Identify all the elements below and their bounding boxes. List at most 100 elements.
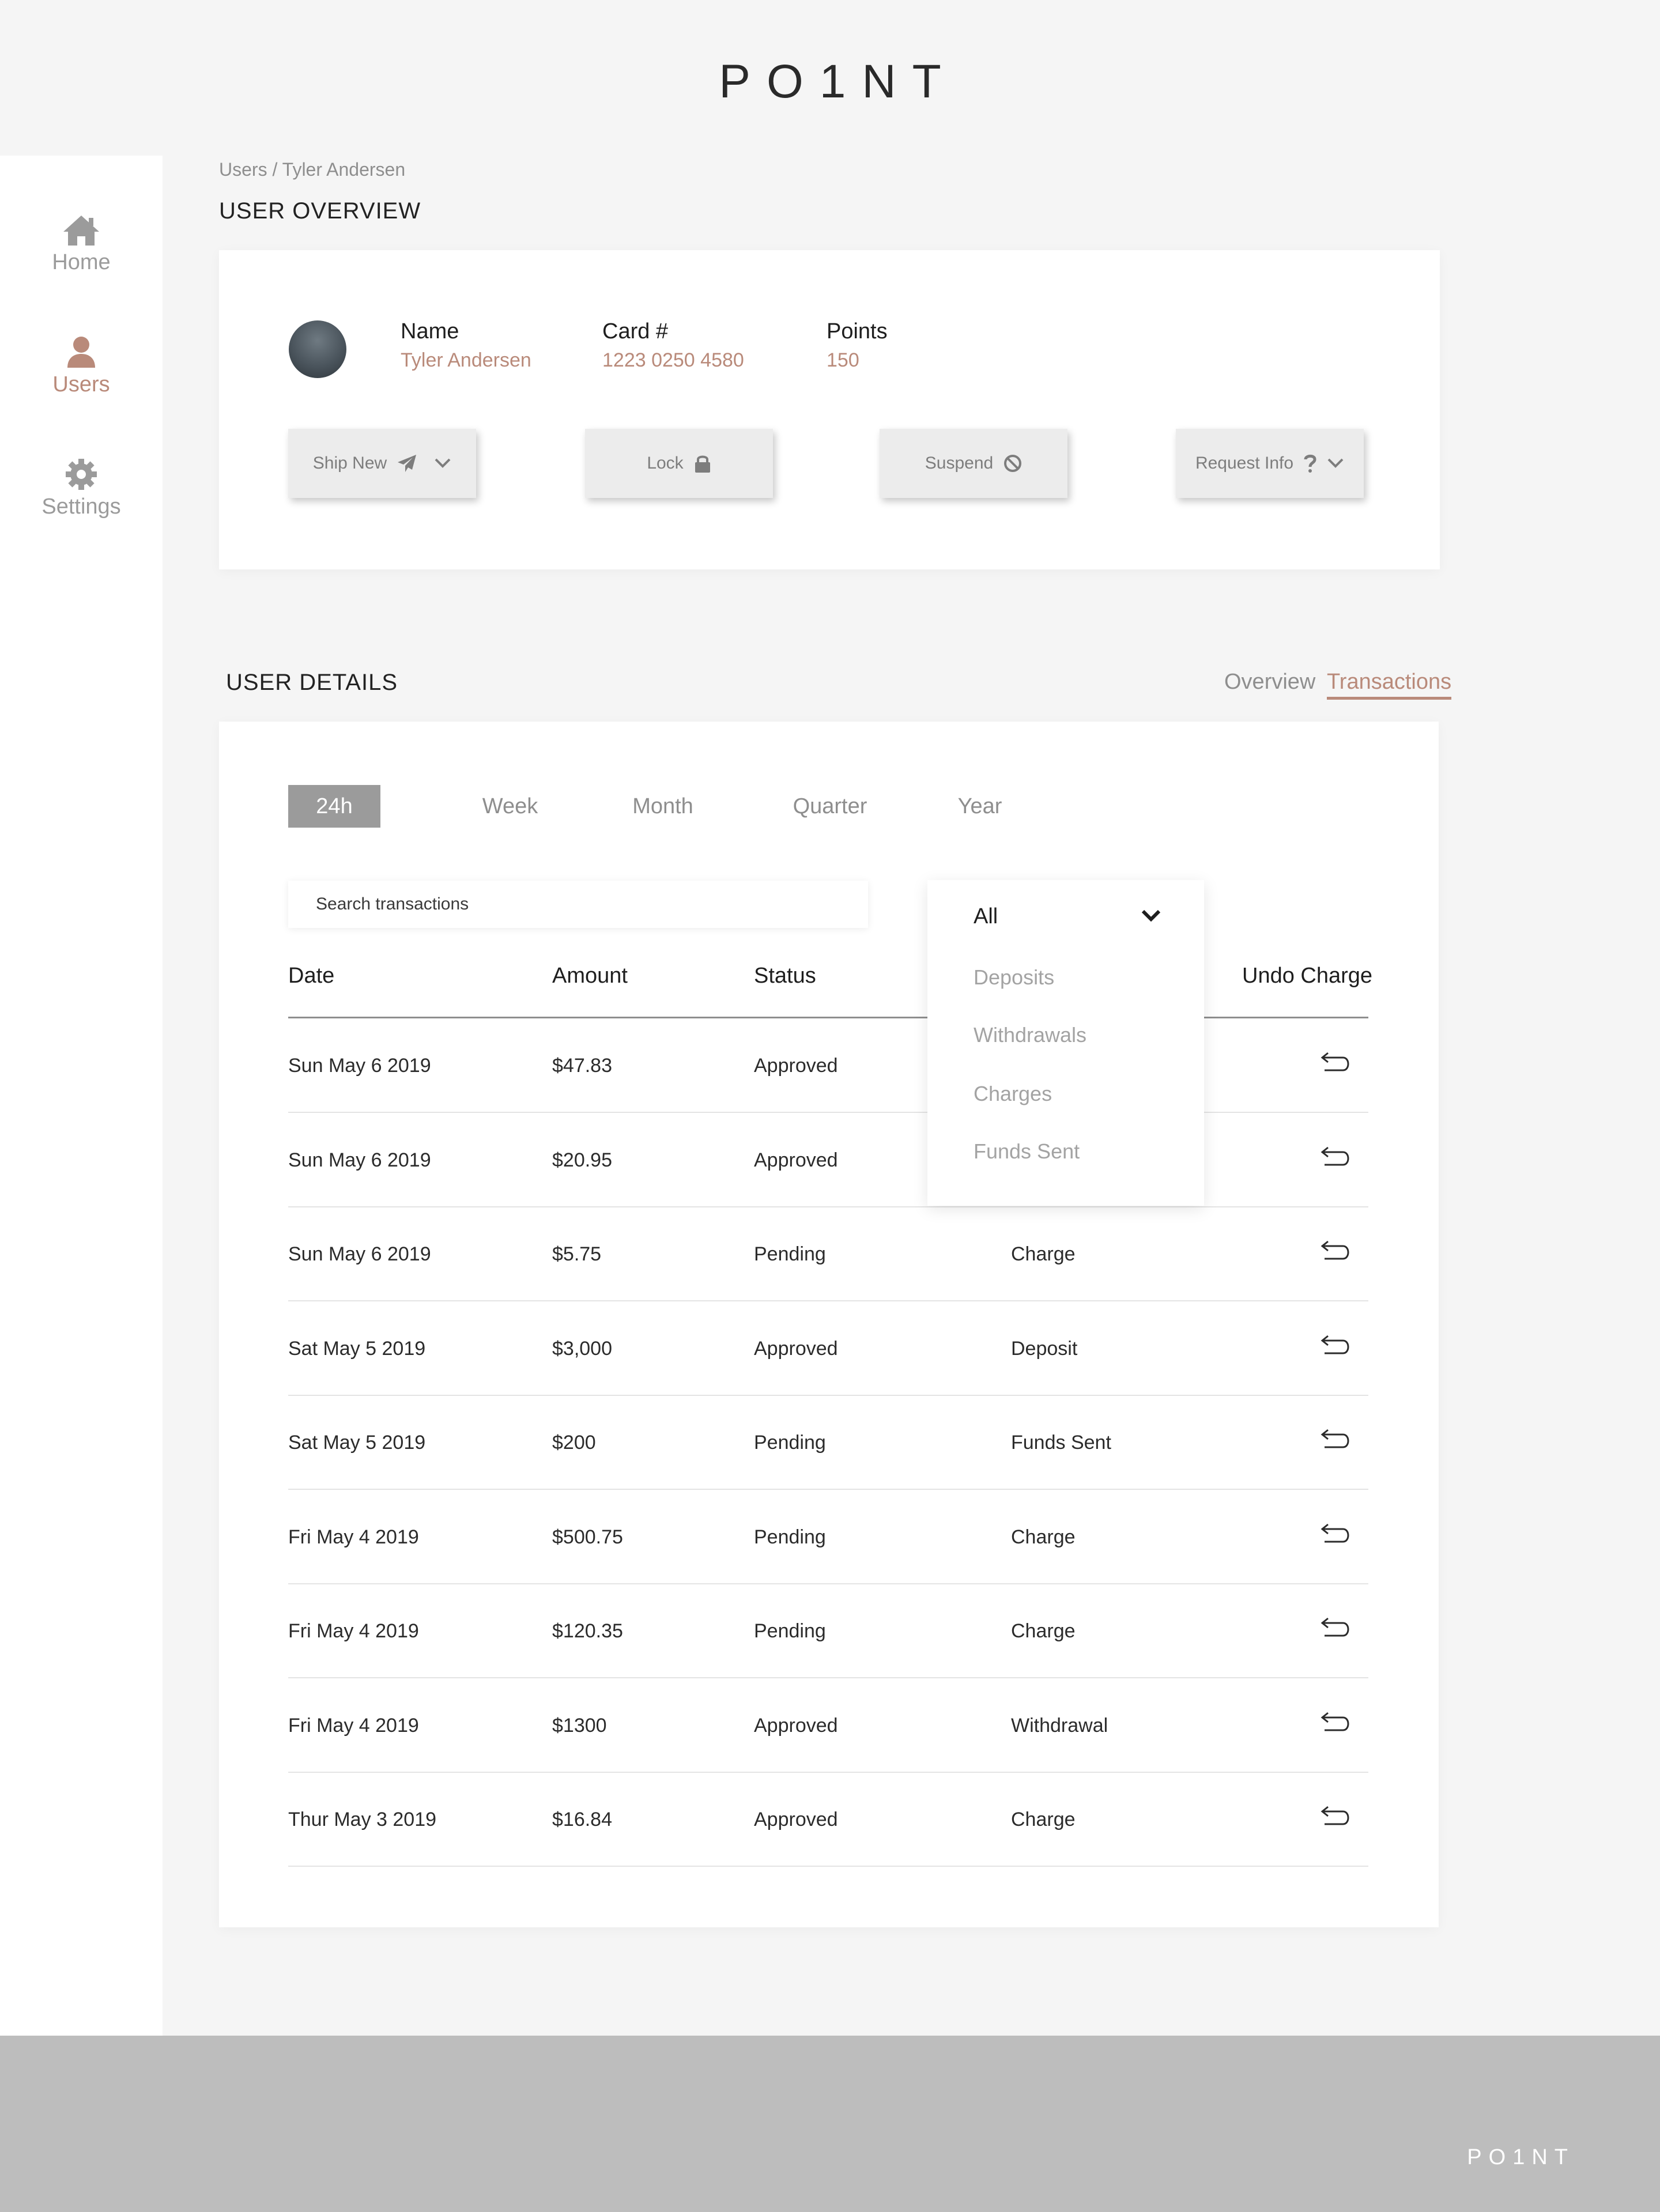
sidebar-item-label: Home [52, 250, 111, 274]
table-row[interactable]: Sat May 5 2019 $3,000 Approved Deposit [288, 1302, 1368, 1396]
sidebar-item-home[interactable]: Home [0, 214, 163, 275]
suspend-button[interactable]: Suspend [880, 429, 1067, 498]
cell-amount: $1300 [552, 1714, 607, 1737]
column-header-date[interactable]: Date [288, 964, 334, 988]
cell-amount: $16.84 [552, 1809, 612, 1830]
undo-icon[interactable] [1320, 1051, 1352, 1077]
undo-icon[interactable] [1320, 1522, 1352, 1548]
cell-status: Approved [754, 1337, 838, 1360]
suspend-label: Suspend [925, 454, 994, 473]
home-icon [63, 216, 99, 246]
period-week[interactable]: Week [467, 785, 553, 828]
ship-new-button[interactable]: Ship New [288, 429, 476, 498]
cell-type: Withdrawal [1011, 1714, 1108, 1737]
cell-date: Sat May 5 2019 [288, 1337, 426, 1360]
type-filter-dropdown[interactable]: All Deposits Withdrawals Charges Funds S… [927, 880, 1204, 1206]
type-filter-selected[interactable]: All [974, 904, 998, 929]
chevron-down-icon[interactable] [1141, 909, 1161, 923]
page-title: USER OVERVIEW [219, 198, 421, 224]
cell-type: Charge [1011, 1243, 1076, 1265]
table-row[interactable]: Fri May 4 2019 $120.35 Pending Charge [288, 1584, 1368, 1678]
cell-date: Sun May 6 2019 [288, 1243, 431, 1265]
user-details-title: USER DETAILS [226, 670, 398, 695]
cell-status: Pending [754, 1432, 826, 1454]
table-row[interactable]: Fri May 4 2019 $1300 Approved Withdrawal [288, 1679, 1368, 1773]
search-input[interactable] [288, 881, 868, 928]
ban-icon [1004, 455, 1022, 472]
cell-amount: $500.75 [552, 1526, 623, 1548]
sidebar-item-label: Settings [42, 495, 121, 519]
lock-button[interactable]: Lock [585, 429, 773, 498]
cell-date: Sun May 6 2019 [288, 1149, 431, 1171]
lock-label: Lock [647, 454, 684, 473]
period-year[interactable]: Year [940, 785, 1020, 828]
user-icon [67, 337, 95, 368]
table-row[interactable]: Sat May 5 2019 $200 Pending Funds Sent [288, 1396, 1368, 1490]
cell-date: Thur May 3 2019 [288, 1809, 437, 1830]
period-month[interactable]: Month [611, 785, 715, 828]
period-quarter[interactable]: Quarter [772, 785, 888, 828]
cell-amount: $5.75 [552, 1243, 602, 1265]
tab-transactions[interactable]: Transactions [1327, 670, 1452, 700]
column-header-status[interactable]: Status [754, 964, 816, 988]
undo-icon[interactable] [1320, 1428, 1352, 1454]
undo-icon[interactable] [1320, 1616, 1352, 1642]
column-header-undo-charge[interactable]: Undo Charge [1242, 964, 1372, 988]
breadcrumb[interactable]: Users / Tyler Andersen [219, 159, 405, 180]
footer-logo: PO1NT [1467, 2145, 1575, 2169]
chevron-down-icon[interactable] [434, 458, 451, 469]
points-label: Points [827, 319, 888, 343]
column-header-amount[interactable]: Amount [552, 964, 628, 988]
cell-date: Sun May 6 2019 [288, 1055, 431, 1077]
sidebar-item-users[interactable]: Users [0, 335, 163, 397]
cell-status: Pending [754, 1620, 826, 1642]
cell-status: Approved [754, 1809, 838, 1830]
question-mark-icon [1304, 454, 1316, 473]
period-24h[interactable]: 24h [288, 785, 380, 828]
cell-amount: $200 [552, 1432, 596, 1454]
request-info-button[interactable]: Request Info [1176, 429, 1364, 498]
type-filter-option-withdrawals[interactable]: Withdrawals [974, 1023, 1086, 1047]
table-row[interactable]: Sun May 6 2019 $20.95 Approved [288, 1113, 1368, 1207]
name-label: Name [401, 319, 459, 343]
ship-new-label: Ship New [312, 454, 387, 473]
paper-plane-icon [398, 455, 417, 472]
cell-status: Approved [754, 1055, 838, 1077]
table-row[interactable]: Thur May 3 2019 $16.84 Approved Charge [288, 1773, 1368, 1867]
tab-overview[interactable]: Overview [1224, 670, 1315, 694]
undo-icon[interactable] [1320, 1805, 1352, 1830]
undo-icon[interactable] [1320, 1239, 1352, 1265]
cell-date: Fri May 4 2019 [288, 1714, 419, 1737]
cell-date: Fri May 4 2019 [288, 1620, 419, 1642]
table-row[interactable]: Sun May 6 2019 $47.83 Approved [288, 1019, 1368, 1113]
cell-status: Pending [754, 1243, 826, 1265]
sidebar-item-label: Users [52, 372, 110, 397]
table-row[interactable]: Sun May 6 2019 $5.75 Pending Charge [288, 1207, 1368, 1301]
cell-amount: $20.95 [552, 1149, 612, 1171]
sidebar-item-settings[interactable]: Settings [0, 458, 163, 519]
cell-status: Approved [754, 1149, 838, 1171]
cell-date: Sat May 5 2019 [288, 1432, 426, 1454]
type-filter-option-deposits[interactable]: Deposits [974, 965, 1054, 990]
points-value: 150 [827, 349, 859, 371]
table-row[interactable]: Fri May 4 2019 $500.75 Pending Charge [288, 1490, 1368, 1584]
undo-icon[interactable] [1320, 1711, 1352, 1737]
cell-status: Pending [754, 1526, 826, 1548]
chevron-down-icon[interactable] [1327, 458, 1344, 469]
transactions-card: 24h Week Month Quarter Year Date Amount … [219, 722, 1439, 1927]
undo-icon[interactable] [1320, 1145, 1352, 1171]
name-value: Tyler Andersen [401, 349, 531, 371]
type-filter-option-funds-sent[interactable]: Funds Sent [974, 1139, 1080, 1164]
cell-amount: $120.35 [552, 1620, 623, 1642]
table-header-divider [288, 1017, 1368, 1018]
sidebar: Home Users Settings [0, 156, 163, 2036]
undo-icon[interactable] [1320, 1334, 1352, 1360]
gear-icon [66, 459, 97, 490]
cell-type: Charge [1011, 1620, 1076, 1642]
lock-icon [695, 455, 710, 473]
card-number-value: 1223 0250 4580 [602, 349, 744, 371]
type-filter-option-charges[interactable]: Charges [974, 1082, 1052, 1106]
user-overview-card: Name Tyler Andersen Card # 1223 0250 458… [219, 250, 1440, 569]
cell-type: Deposit [1011, 1337, 1078, 1360]
cell-amount: $3,000 [552, 1337, 612, 1360]
